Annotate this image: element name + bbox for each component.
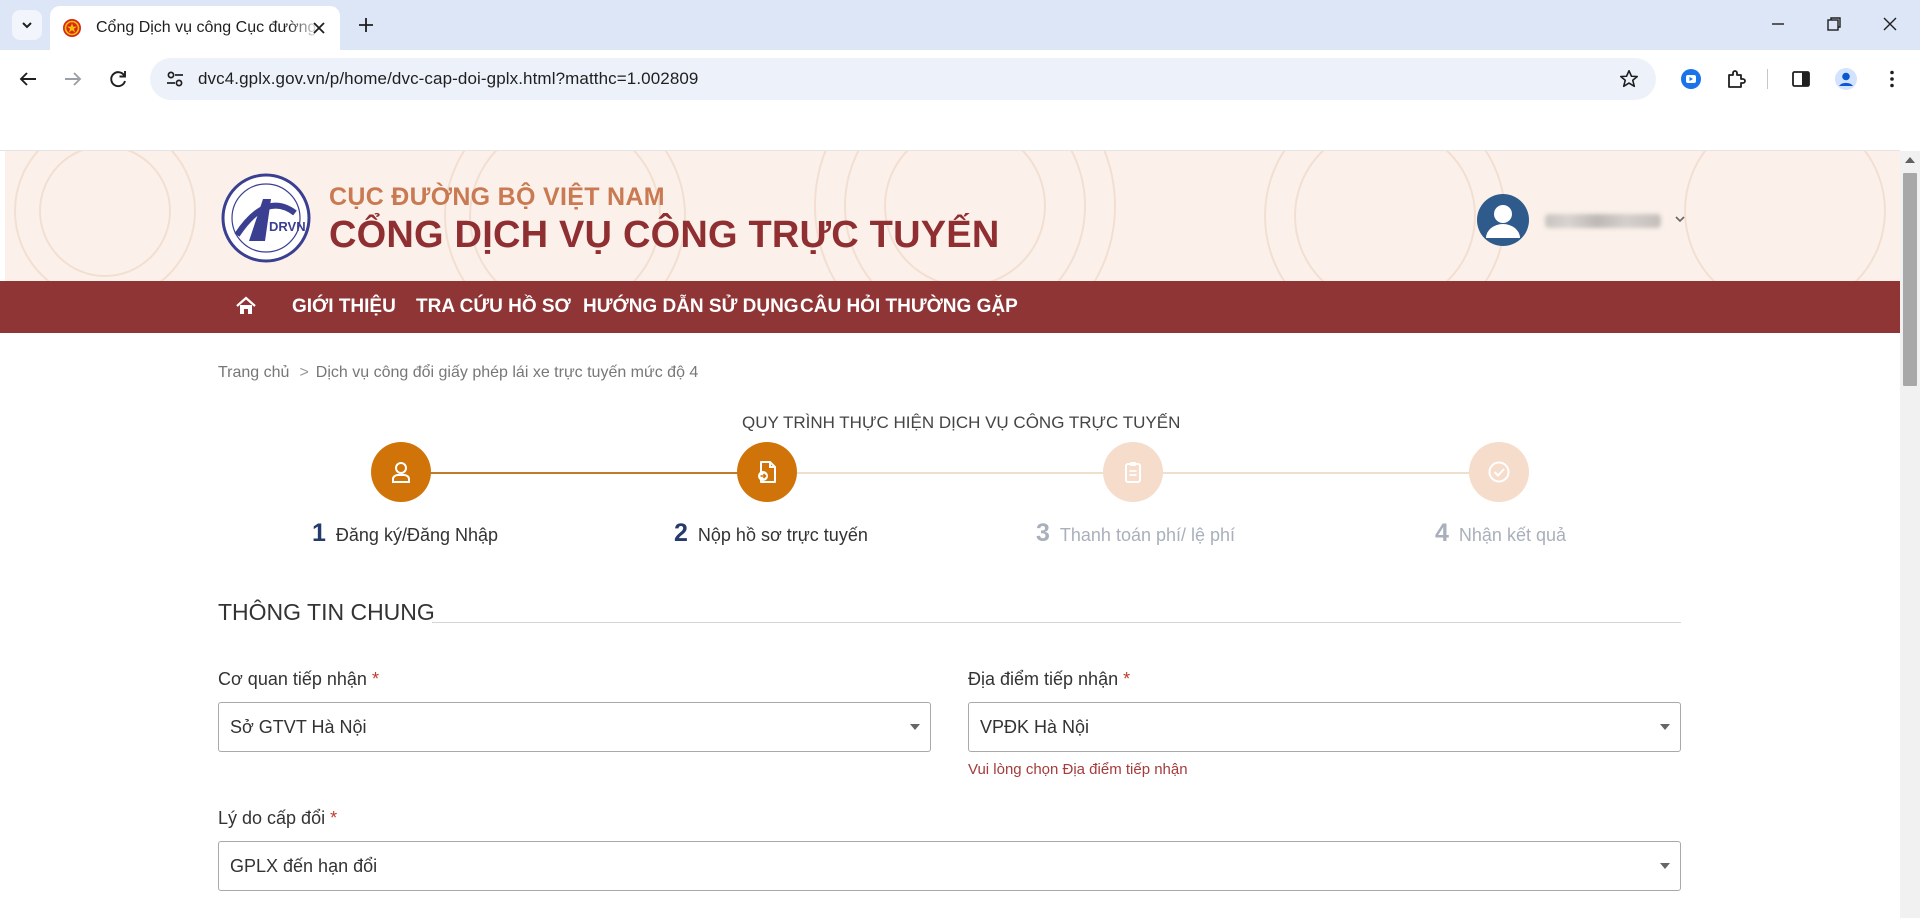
process-title: QUY TRÌNH THỰC HIỆN DỊCH VỤ CÔNG TRỰC TU… [742, 413, 1181, 432]
section-divider [432, 622, 1681, 623]
step-1-circle [371, 442, 431, 502]
site-settings-icon[interactable] [164, 68, 186, 90]
minimize-window-icon[interactable] [1768, 14, 1788, 34]
site-header: DRVN CỤC ĐƯỜNG BỘ VIỆT NAM CỔNG DỊCH VỤ … [5, 151, 1900, 281]
required-mark: * [1123, 669, 1131, 689]
browser-tab-active[interactable]: Cổng Dịch vụ công Cục đường bộ Việt Nam [50, 6, 340, 50]
vietnam-emblem-favicon-icon [63, 19, 81, 37]
step-3-label: 3 Thanh toán phí/ lệ phí [1036, 519, 1235, 548]
profile-avatar-icon[interactable] [1834, 67, 1858, 91]
dropdown-caret-icon [1660, 863, 1670, 869]
dia-diem-error: Vui lòng chọn Địa điểm tiếp nhận [968, 761, 1188, 778]
check-circle-icon [1488, 461, 1510, 483]
required-mark: * [371, 669, 379, 689]
back-arrow-icon[interactable] [16, 67, 40, 91]
close-window-icon[interactable] [1880, 14, 1900, 34]
step-3-number: 3 [1036, 519, 1050, 547]
required-mark: * [330, 808, 338, 828]
dropdown-caret-icon [910, 724, 920, 730]
step-connector-2-3 [797, 472, 1103, 474]
dia-diem-label: Địa điểm tiếp nhận * [968, 669, 1130, 690]
ly-do-value: GPLX đến hạn đổi [230, 855, 378, 876]
close-tab-icon[interactable] [310, 19, 328, 37]
brand-agency-name: CỤC ĐƯỜNG BỘ VIỆT NAM [329, 183, 665, 211]
step-4-circle [1469, 442, 1529, 502]
dia-diem-select[interactable]: VPĐK Hà Nội [968, 702, 1681, 752]
co-quan-label: Cơ quan tiếp nhận * [218, 669, 379, 690]
step-2-text: Nộp hồ sơ trực tuyến [697, 525, 868, 545]
new-tab-plus-icon[interactable] [354, 13, 378, 37]
dropdown-caret-icon [1660, 724, 1670, 730]
page-scrollbar[interactable] [1900, 151, 1920, 918]
toolbar-separator [1767, 69, 1768, 89]
step-2-number: 2 [674, 519, 688, 547]
tab-search-button[interactable] [12, 10, 42, 40]
nav-tra-cuu-ho-so[interactable]: TRA CỨU HỒ SƠ [416, 296, 571, 318]
step-4-number: 4 [1435, 519, 1449, 547]
step-4-label: 4 Nhận kết quả [1435, 519, 1566, 548]
extensions-puzzle-icon[interactable] [1724, 67, 1748, 91]
breadcrumb: Trang chủ > Dịch vụ công đổi giấy phép lái… [218, 364, 698, 382]
scroll-up-arrow-icon[interactable] [1905, 157, 1915, 163]
browser-tab-strip: Cổng Dịch vụ công Cục đường bộ Việt Nam [0, 0, 1920, 50]
reload-icon[interactable] [106, 67, 130, 91]
step-4-text: Nhận kết quả [1458, 525, 1566, 545]
more-menu-icon[interactable] [1880, 67, 1904, 91]
svg-text:DRVN: DRVN [269, 219, 306, 234]
ly-do-label: Lý do cấp đổi * [218, 808, 337, 829]
chevron-down-icon [22, 22, 32, 29]
home-icon[interactable] [235, 295, 257, 317]
co-quan-label-text: Cơ quan tiếp nhận [218, 669, 367, 689]
extension-media-icon[interactable] [1679, 67, 1703, 91]
restore-window-icon[interactable] [1824, 14, 1844, 34]
page-content: DRVN CỤC ĐƯỜNG BỘ VIỆT NAM CỔNG DỊCH VỤ … [0, 151, 1900, 918]
user-icon [392, 462, 410, 483]
step-1-number: 1 [312, 519, 326, 547]
step-3-text: Thanh toán phí/ lệ phí [1059, 525, 1236, 545]
bookmark-star-icon[interactable] [1618, 68, 1640, 90]
address-bar[interactable]: dvc4.gplx.gov.vn/p/home/dvc-cap-doi-gplx… [150, 58, 1656, 100]
ly-do-select[interactable]: GPLX đến hạn đổi [218, 841, 1681, 891]
step-2-label: 2 Nộp hồ sơ trực tuyến [674, 519, 868, 548]
chevron-down-icon[interactable] [1673, 212, 1687, 226]
step-1-text: Đăng ký/Đăng Nhập [335, 525, 499, 545]
clipboard-icon [1125, 462, 1141, 483]
nav-huong-dan-su-dung[interactable]: HƯỚNG DẪN SỬ DỤNG [583, 296, 799, 318]
dia-diem-label-text: Địa điểm tiếp nhận [968, 669, 1119, 689]
url-text: dvc4.gplx.gov.vn/p/home/dvc-cap-doi-gplx… [198, 69, 699, 88]
breadcrumb-current: Dịch vụ công đổi giấy phép lái xe trực t… [315, 364, 699, 381]
scrollbar-thumb[interactable] [1903, 173, 1917, 386]
step-connector-1-2 [430, 472, 738, 474]
step-1-label: 1 Đăng ký/Đăng Nhập [312, 519, 498, 548]
dia-diem-value: VPĐK Hà Nội [980, 716, 1090, 737]
step-2-circle [737, 442, 797, 502]
breadcrumb-separator: > [299, 364, 309, 381]
nav-cau-hoi-thuong-gap[interactable]: CÂU HỎI THƯỜNG GẶP [800, 296, 1018, 318]
step-3-circle [1103, 442, 1163, 502]
drvn-logo: DRVN [221, 173, 311, 263]
file-submit-icon [758, 461, 776, 483]
section-title-thong-tin-chung: THÔNG TIN CHUNG [218, 599, 435, 625]
tab-title: Cổng Dịch vụ công Cục đường bộ Việt Nam [96, 19, 321, 36]
ly-do-label-text: Lý do cấp đổi [218, 808, 326, 828]
co-quan-value: Sở GTVT Hà Nội [230, 716, 367, 737]
user-avatar[interactable] [1477, 194, 1529, 246]
nav-gioi-thieu[interactable]: GIỚI THIỆU [292, 296, 396, 318]
browser-toolbar: dvc4.gplx.gov.vn/p/home/dvc-cap-doi-gplx… [0, 50, 1920, 108]
user-name-blurred[interactable] [1545, 214, 1661, 228]
breadcrumb-home-link[interactable]: Trang chủ [218, 364, 289, 381]
co-quan-select[interactable]: Sở GTVT Hà Nội [218, 702, 931, 752]
side-panel-icon[interactable] [1789, 67, 1813, 91]
main-navigation: GIỚI THIỆU TRA CỨU HỒ SƠ HƯỚNG DẪN SỬ DỤ… [0, 281, 1900, 333]
forward-arrow-icon[interactable] [61, 67, 85, 91]
step-connector-3-4 [1163, 472, 1469, 474]
brand-portal-name: CỔNG DỊCH VỤ CÔNG TRỰC TUYẾN [329, 214, 1000, 256]
